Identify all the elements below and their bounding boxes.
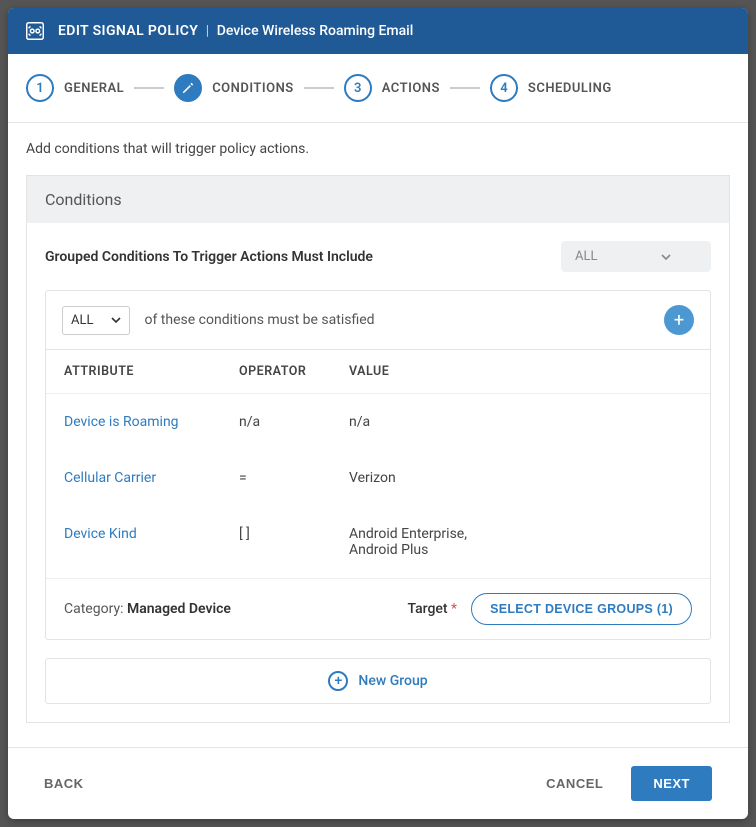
group-match-value: ALL (575, 249, 597, 264)
step-connector (450, 87, 480, 89)
condition-value: Android Enterprise, Android Plus (349, 526, 519, 558)
modal-footer: BACK CANCEL NEXT (8, 747, 748, 819)
step-conditions[interactable]: CONDITIONS (174, 74, 294, 102)
step-label: CONDITIONS (212, 81, 294, 96)
match-all-dropdown[interactable]: ALL (62, 306, 130, 335)
category-wrap: Category: Managed Device (64, 601, 231, 617)
cancel-button[interactable]: CANCEL (546, 776, 603, 791)
attribute-link[interactable]: Cellular Carrier (64, 470, 239, 486)
policy-icon (24, 20, 46, 42)
condition-table-header: ATTRIBUTE OPERATOR VALUE (46, 350, 710, 394)
target-label: Target (407, 601, 447, 617)
step-connector (304, 87, 334, 89)
condition-value: Verizon (349, 470, 692, 486)
step-label: SCHEDULING (528, 81, 612, 96)
target-wrap: Target * SELECT DEVICE GROUPS (1) (407, 593, 692, 625)
instruction-text: Add conditions that will trigger policy … (26, 141, 730, 157)
step-number: 1 (26, 74, 54, 102)
match-help-text: of these conditions must be satisfied (144, 312, 374, 328)
col-header-attribute: ATTRIBUTE (64, 364, 239, 379)
target-label-wrap: Target * (407, 601, 457, 617)
new-group-button[interactable]: + New Group (45, 658, 711, 704)
group-header-row: Grouped Conditions To Trigger Actions Mu… (45, 241, 711, 272)
add-condition-button[interactable]: + (664, 305, 694, 335)
condition-row: Cellular Carrier = Verizon (46, 450, 710, 506)
modal-header: EDIT SIGNAL POLICY | Device Wireless Roa… (8, 8, 748, 54)
header-separator: | (206, 23, 209, 39)
operator-value: [ ] (239, 526, 349, 558)
header-titles: EDIT SIGNAL POLICY | Device Wireless Roa… (58, 23, 413, 39)
col-header-operator: OPERATOR (239, 364, 349, 379)
plus-icon: + (674, 310, 684, 331)
modal-title: EDIT SIGNAL POLICY (58, 23, 198, 39)
step-number: 4 (490, 74, 518, 102)
condition-group-footer: Category: Managed Device Target * SELECT… (46, 578, 710, 639)
select-device-groups-button[interactable]: SELECT DEVICE GROUPS (1) (471, 593, 692, 625)
condition-group-header: ALL of these conditions must be satisfie… (46, 291, 710, 350)
condition-row: Device Kind [ ] Android Enterprise, Andr… (46, 506, 710, 578)
modal-body: Add conditions that will trigger policy … (8, 123, 748, 747)
condition-group: ALL of these conditions must be satisfie… (45, 290, 711, 640)
next-button[interactable]: NEXT (631, 766, 712, 801)
step-general[interactable]: 1 GENERAL (26, 74, 124, 102)
panel-body: Grouped Conditions To Trigger Actions Mu… (27, 223, 729, 722)
step-scheduling[interactable]: 4 SCHEDULING (490, 74, 612, 102)
required-asterisk: * (451, 601, 457, 617)
operator-value: = (239, 470, 349, 486)
group-match-dropdown[interactable]: ALL (561, 241, 711, 272)
step-label: GENERAL (64, 81, 124, 96)
wizard-stepper: 1 GENERAL CONDITIONS 3 ACTIONS 4 SCHEDUL… (8, 54, 748, 123)
plus-circle-icon: + (328, 671, 348, 691)
group-conditions-label: Grouped Conditions To Trigger Actions Mu… (45, 249, 373, 265)
modal-subtitle: Device Wireless Roaming Email (217, 23, 414, 39)
attribute-link[interactable]: Device is Roaming (64, 414, 239, 430)
conditions-panel: Conditions Grouped Conditions To Trigger… (26, 175, 730, 723)
chevron-down-icon (661, 252, 671, 262)
chevron-down-icon (111, 315, 121, 325)
panel-title: Conditions (27, 176, 729, 223)
condition-value: n/a (349, 414, 692, 430)
attribute-link[interactable]: Device Kind (64, 526, 239, 558)
edit-signal-policy-modal: EDIT SIGNAL POLICY | Device Wireless Roa… (8, 8, 748, 819)
step-label: ACTIONS (382, 81, 440, 96)
pencil-icon (181, 81, 195, 95)
category-label: Category: (64, 601, 123, 617)
step-number: 3 (344, 74, 372, 102)
step-actions[interactable]: 3 ACTIONS (344, 74, 440, 102)
category-value: Managed Device (127, 601, 231, 617)
match-value: ALL (71, 313, 93, 328)
back-button[interactable]: BACK (44, 776, 84, 791)
step-number-active (174, 74, 202, 102)
condition-row: Device is Roaming n/a n/a (46, 394, 710, 450)
new-group-label: New Group (358, 673, 427, 689)
operator-value: n/a (239, 414, 349, 430)
step-connector (134, 87, 164, 89)
col-header-value: VALUE (349, 364, 692, 379)
